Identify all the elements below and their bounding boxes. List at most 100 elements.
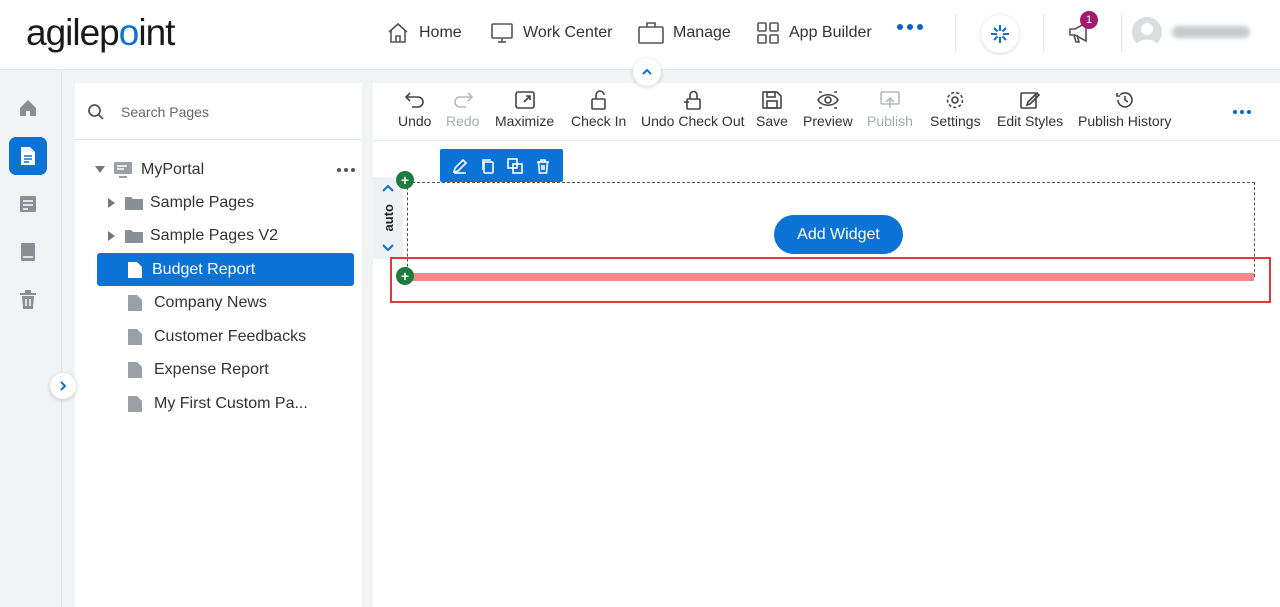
settings-label: Settings	[930, 113, 981, 129]
publish-label: Publish	[867, 113, 913, 129]
check-in-button[interactable]: Check In	[571, 90, 626, 129]
chevron-right-icon	[60, 381, 67, 391]
save-icon	[762, 91, 782, 109]
publish-icon	[880, 91, 900, 108]
rail-pages[interactable]	[9, 137, 47, 175]
tree-page[interactable]: Expense Report	[127, 353, 357, 386]
nav-app-builder[interactable]: App Builder	[756, 18, 872, 48]
tree-page[interactable]: My First Custom Pa...	[127, 387, 357, 420]
user-name-blurred[interactable]	[1172, 26, 1250, 38]
nav-work-center[interactable]: Work Center	[490, 18, 613, 48]
maximize-button[interactable]: Maximize	[495, 90, 554, 129]
tree-folder[interactable]: Sample Pages V2	[108, 219, 348, 252]
gear-icon	[946, 91, 964, 109]
page-icon	[128, 261, 142, 278]
edit-styles-button[interactable]: Edit Styles	[997, 90, 1063, 129]
save-label: Save	[756, 113, 788, 129]
pages-search	[75, 83, 362, 140]
chevron-down-icon[interactable]	[381, 243, 395, 253]
delete-icon[interactable]	[535, 158, 551, 174]
unlock-icon	[590, 90, 606, 110]
tree-root-myportal[interactable]: MyPortal	[95, 153, 355, 186]
rail-home[interactable]	[9, 89, 47, 127]
redo-label: Redo	[446, 113, 480, 129]
rail-trash[interactable]	[9, 281, 47, 319]
add-row-above-icon[interactable]: +	[396, 171, 414, 189]
tree-page[interactable]: Company News	[127, 286, 357, 319]
nav-home[interactable]: Home	[386, 18, 462, 48]
rail-library[interactable]	[9, 233, 47, 271]
rail-forms[interactable]	[9, 185, 47, 223]
tree-page-label: Expense Report	[154, 360, 269, 378]
agilepoint-logo[interactable]: agilep o int	[26, 12, 175, 54]
settings-button[interactable]: Settings	[930, 90, 981, 129]
duplicate-icon[interactable]	[507, 157, 524, 174]
undo-icon	[404, 92, 424, 108]
expand-panel-button[interactable]	[50, 373, 76, 399]
tree-folder-label: Sample Pages	[150, 193, 255, 211]
more-horizontal-icon[interactable]	[337, 167, 355, 172]
caret-right-icon[interactable]	[108, 197, 115, 208]
nav-work-center-label: Work Center	[523, 24, 613, 41]
edit-styles-label: Edit Styles	[997, 113, 1064, 129]
folder-icon	[125, 229, 143, 243]
pages-panel: MyPortal Sample Pages Sample Pages V2 Bu…	[75, 83, 362, 607]
tree-page-label: My First Custom Pa...	[154, 394, 308, 412]
preview-label: Preview	[803, 113, 853, 129]
tree-page-selected[interactable]: Budget Report	[97, 253, 354, 286]
undo-label: Undo	[398, 113, 432, 129]
more-horizontal-icon[interactable]	[897, 24, 923, 30]
tree-page-label: Budget Report	[152, 260, 256, 278]
check-in-label: Check In	[571, 113, 627, 129]
undo-button[interactable]: Undo	[398, 90, 431, 129]
undo-check-out-label: Undo Check Out	[641, 113, 745, 129]
home-icon	[20, 100, 36, 116]
search-icon	[88, 104, 104, 120]
add-widget-button[interactable]: Add Widget	[774, 215, 903, 254]
trash-icon	[20, 290, 36, 309]
row-height-control: auto	[373, 177, 403, 259]
edit-icon[interactable]	[452, 158, 468, 174]
tree-page-label: Company News	[154, 293, 267, 311]
chevron-up-icon[interactable]	[381, 183, 395, 193]
preview-button[interactable]: Preview	[803, 90, 853, 129]
preview-icon	[816, 91, 839, 109]
row-height-label: auto	[380, 204, 396, 232]
redo-button[interactable]: Redo	[446, 90, 479, 129]
logo-suffix: int	[138, 12, 175, 53]
genie-button[interactable]	[981, 15, 1019, 53]
briefcase-icon	[638, 22, 664, 44]
copy-icon[interactable]	[480, 158, 496, 174]
nav-app-builder-label: App Builder	[789, 24, 872, 41]
forms-icon	[20, 196, 36, 212]
tree-folder[interactable]: Sample Pages	[108, 186, 348, 219]
page-icon	[21, 147, 35, 165]
nav-manage[interactable]: Manage	[638, 18, 731, 48]
more-horizontal-icon[interactable]	[1233, 110, 1251, 114]
page-icon	[128, 395, 142, 412]
publish-button[interactable]: Publish	[867, 90, 913, 129]
row-actions-toolbar	[440, 149, 563, 182]
portal-icon	[114, 161, 132, 178]
logo-mark: o	[118, 12, 140, 53]
header-divider	[955, 14, 956, 52]
notifications-button[interactable]: 1	[1066, 11, 1100, 48]
logo-prefix: agilep	[26, 12, 120, 53]
user-avatar-icon[interactable]	[1132, 17, 1162, 47]
monitor-icon	[491, 23, 513, 43]
maximize-icon	[514, 91, 535, 109]
add-row-below-icon[interactable]: +	[396, 267, 414, 285]
undo-check-out-button[interactable]: Undo Check Out	[641, 90, 745, 129]
left-icon-rail	[0, 71, 62, 607]
book-icon	[21, 243, 35, 261]
publish-history-button[interactable]: Publish History	[1078, 90, 1171, 129]
nav-home-label: Home	[419, 24, 462, 41]
caret-right-icon[interactable]	[108, 230, 115, 241]
edit-styles-icon	[1020, 91, 1041, 109]
header-divider	[1043, 14, 1044, 52]
collapse-header-button[interactable]	[633, 58, 661, 86]
caret-down-icon[interactable]	[95, 166, 105, 173]
save-button[interactable]: Save	[756, 90, 788, 129]
tree-page[interactable]: Customer Feedbacks	[127, 320, 357, 353]
search-pages-input[interactable]	[121, 101, 341, 123]
